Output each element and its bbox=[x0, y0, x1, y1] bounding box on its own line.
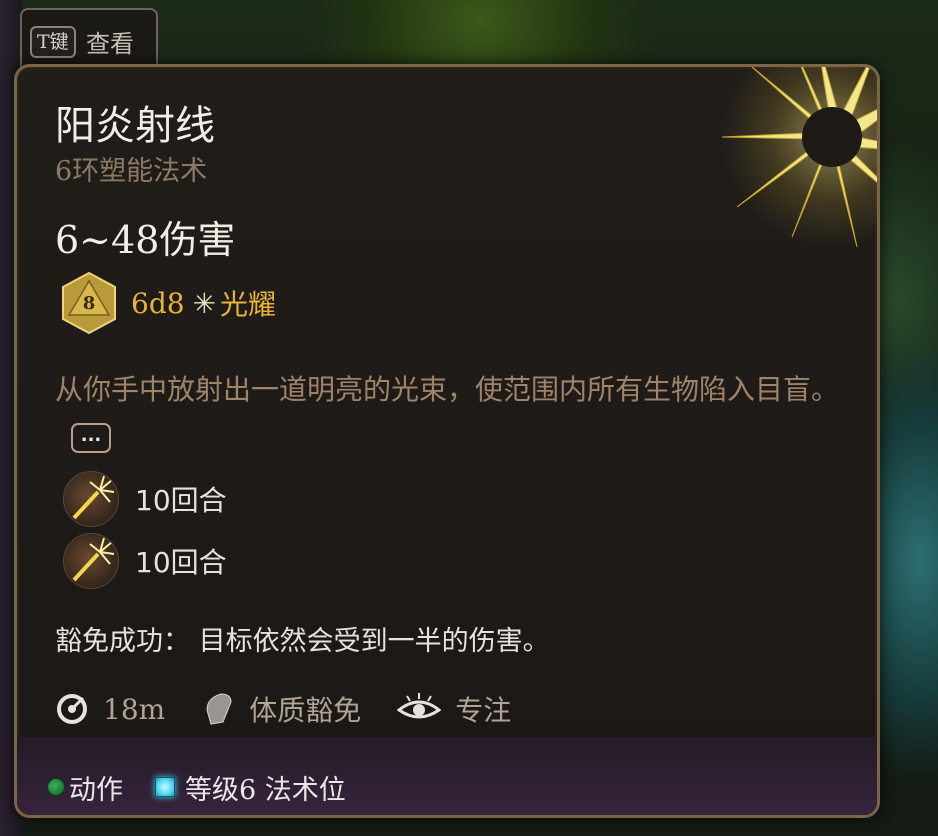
inspect-label: 查看 bbox=[86, 30, 134, 58]
constitution-save-icon bbox=[206, 693, 232, 725]
spell-level-school: 6环塑能法术 bbox=[55, 156, 208, 187]
spell-title: 阳炎射线 bbox=[55, 103, 215, 149]
expand-description-button[interactable]: ... bbox=[71, 422, 111, 453]
damage-range: 6~48伤害 bbox=[55, 218, 236, 262]
die-face-number: 8 bbox=[83, 293, 96, 314]
spell-slot-cost: 等级6 法术位 bbox=[185, 774, 346, 806]
status-row-2: 10回合 bbox=[63, 533, 227, 589]
inspect-hint-tab[interactable]: T键 查看 bbox=[20, 8, 158, 70]
spell-description: 从你手中放射出一道明亮的光束，使范围内所有生物陷入目盲。... bbox=[55, 367, 845, 459]
damage-type: 光耀 bbox=[220, 288, 277, 321]
spell-tooltip: 阳炎射线 6环塑能法术 6~48伤害 8 6d8 ✳ 光耀 从你手中放射出一道明… bbox=[14, 64, 880, 818]
dice-expression: 6d8 bbox=[131, 286, 185, 320]
spell-slot-icon bbox=[155, 777, 175, 797]
save-type: 体质豁免 bbox=[249, 694, 362, 727]
description-text: 从你手中放射出一道明亮的光束，使范围内所有生物陷入目盲。 bbox=[55, 373, 840, 406]
damage-dice-row: 8 6d8 ✳ 光耀 bbox=[59, 271, 276, 335]
range-value: 18m bbox=[103, 692, 166, 726]
spell-properties: 18m 体质豁免 专注 bbox=[55, 687, 547, 731]
action-resource-icon bbox=[47, 778, 65, 796]
status-duration: 10回合 bbox=[135, 546, 227, 579]
radiant-icon: ✳ bbox=[192, 286, 217, 320]
range-icon bbox=[57, 694, 87, 724]
status-duration: 10回合 bbox=[135, 484, 227, 517]
action-cost: 动作 bbox=[69, 774, 123, 806]
concentration-label: 专注 bbox=[455, 694, 512, 727]
cost-row: 动作 等级6 法术位 bbox=[47, 767, 346, 807]
keycap-t: T键 bbox=[30, 26, 76, 58]
status-row-1: 10回合 bbox=[63, 471, 227, 527]
concentration-icon bbox=[397, 693, 442, 719]
sunbeam-spell-icon bbox=[721, 67, 877, 248]
sunbeam-status-icon bbox=[63, 533, 119, 589]
save-success-note: 豁免成功： 目标依然会受到一半的伤害。 bbox=[55, 626, 550, 657]
sunbeam-status-icon bbox=[63, 471, 119, 527]
d8-die-icon: 8 bbox=[62, 271, 116, 335]
